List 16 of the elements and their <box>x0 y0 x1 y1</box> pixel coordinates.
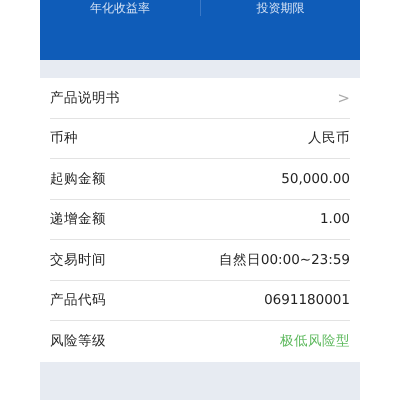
row-value: 自然日00:00~23:59 <box>218 250 350 269</box>
row-label: 币种 <box>50 129 78 148</box>
row-value: 人民币 <box>308 129 350 148</box>
header-label: 投资期限 <box>256 1 304 16</box>
row-value: 1.00 <box>320 211 350 228</box>
chevron[interactable]: > <box>337 88 350 107</box>
row-label: 风险等级 <box>50 332 106 350</box>
row-label: 产品说明书 <box>50 88 120 107</box>
row-value: 极低风险型 <box>280 332 350 350</box>
header-label: 年化收益率 <box>90 1 150 16</box>
row-label: 交易时间 <box>50 250 106 269</box>
row-label: 产品代码 <box>50 291 106 310</box>
row-value: 0691180001 <box>264 292 350 308</box>
row-value: 50,000.00 <box>281 170 350 187</box>
row-label: 递增金额 <box>50 210 106 228</box>
row-label: 起购金额 <box>50 170 106 188</box>
